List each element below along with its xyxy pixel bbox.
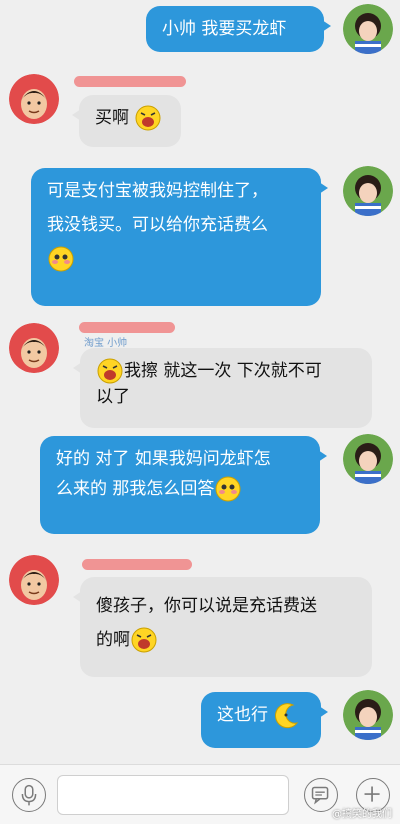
message-text: 可是支付宝被我妈控制住了， <box>47 181 268 201</box>
laughing-emoji-icon <box>130 626 158 654</box>
boy-avatar[interactable] <box>9 74 59 124</box>
microphone-icon <box>21 784 37 806</box>
message-text: 我没钱买。可以给你充话费么 <box>47 215 268 235</box>
message-input-bar: @搞笑的我们 <box>0 764 400 824</box>
sender-name-redacted <box>79 322 175 333</box>
sender-name-redacted <box>74 76 186 87</box>
sender-name-redacted <box>82 559 192 570</box>
girl-avatar[interactable] <box>343 4 393 54</box>
sender-name-partial: 淘宝 小帅 <box>84 338 128 349</box>
girl-avatar[interactable] <box>343 690 393 740</box>
message-text: 傻孩子，你可以说是充话费送 <box>96 596 317 616</box>
blushing-emoji-icon <box>214 475 242 503</box>
message-text: 小帅 我要买龙虾 <box>162 19 287 39</box>
message-text: 这也行 <box>217 705 268 725</box>
message-text: 么来的 那我怎么回答 <box>56 479 215 499</box>
message-text: 我擦 就这一次 下次就不可 <box>124 361 322 381</box>
message-text: 的啊 <box>96 630 130 650</box>
crescent-moon-emoji-icon <box>273 701 301 729</box>
boy-avatar[interactable] <box>9 323 59 373</box>
message-text: 买啊 <box>95 108 129 128</box>
message-bubble[interactable]: 小帅 我要买龙虾 <box>146 6 331 52</box>
blushing-emoji-icon <box>47 245 75 273</box>
girl-avatar[interactable] <box>343 166 393 216</box>
message-bubble[interactable]: 好的 对了 如果我妈问龙虾怎 么来的 那我怎么回答 <box>40 436 327 534</box>
chat-area[interactable]: 小帅 我要买龙虾 买啊 可是支付宝被我妈控制住了， 我没钱买。可以给你充话费么 … <box>0 0 400 764</box>
message-bubble[interactable]: 这也行 <box>201 692 328 748</box>
message-bubble[interactable]: 傻孩子，你可以说是充话费送 的啊 <box>73 577 372 677</box>
laughing-emoji-icon <box>134 104 162 132</box>
message-bubble[interactable]: 买啊 <box>72 95 181 147</box>
voice-button[interactable] <box>12 778 46 812</box>
message-bubble[interactable]: 我擦 就这一次 下次就不可 以了 <box>73 348 372 428</box>
boy-avatar[interactable] <box>9 555 59 605</box>
message-input-field[interactable] <box>57 775 289 815</box>
message-bubble[interactable]: 可是支付宝被我妈控制住了， 我没钱买。可以给你充话费么 <box>31 168 328 306</box>
girl-avatar[interactable] <box>343 434 393 484</box>
watermark: @搞笑的我们 <box>332 809 392 820</box>
message-text: 好的 对了 如果我妈问龙虾怎 <box>56 449 271 469</box>
